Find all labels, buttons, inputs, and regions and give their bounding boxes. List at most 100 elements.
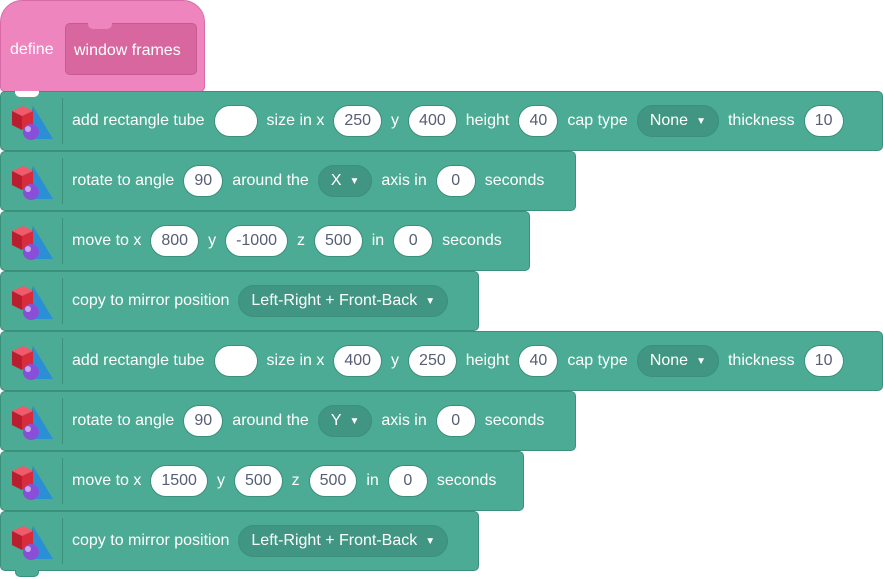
block-text: copy to mirror position — [72, 292, 230, 309]
add-rectangle-tube-block[interactable]: add rectangle tube size in x 400 y 250 h… — [0, 331, 883, 391]
seconds-input[interactable]: 0 — [435, 165, 476, 197]
block-text: cap type — [567, 112, 628, 129]
block-content: move to x 800 y -1000 z 500 in 0 seconds — [72, 212, 511, 270]
dropdown-value: Left-Right + Front-Back — [251, 292, 418, 309]
block-text: height — [465, 352, 510, 369]
3d-shapes-icon — [12, 106, 53, 140]
tube-name-input[interactable] — [213, 345, 258, 377]
block-separator — [62, 518, 63, 564]
caret-down-icon: ▼ — [696, 115, 706, 127]
angle-input[interactable]: 90 — [183, 165, 224, 197]
mirror-mode-dropdown[interactable]: Left-Right + Front-Back ▼ — [238, 525, 449, 557]
3d-shapes-icon — [12, 526, 53, 560]
define-name-block[interactable]: window frames — [65, 23, 197, 75]
block-separator — [62, 278, 63, 324]
block-text: z — [291, 472, 300, 489]
cap-type-dropdown[interactable]: None ▼ — [636, 345, 719, 377]
3d-shapes-icon — [12, 406, 53, 440]
block-content: copy to mirror position Left-Right + Fro… — [72, 512, 457, 570]
rotate-block[interactable]: rotate to angle 90 around the Y ▼ axis in… — [0, 391, 576, 451]
block-text: in — [366, 472, 379, 489]
block-text: size in x — [266, 112, 325, 129]
block-text: seconds — [436, 472, 497, 489]
seconds-input[interactable]: 0 — [393, 225, 434, 257]
size-x-input[interactable]: 250 — [333, 105, 383, 137]
dropdown-value: Y — [330, 412, 342, 429]
block-separator — [62, 98, 63, 144]
thickness-input[interactable]: 10 — [803, 105, 844, 137]
block-text: in — [371, 232, 385, 249]
3d-shapes-icon — [12, 286, 53, 320]
block-text: y — [391, 352, 400, 369]
block-content: move to x 1500 y 500 z 500 in 0 seconds — [72, 452, 505, 510]
block-text: seconds — [484, 412, 545, 429]
seconds-input[interactable]: 0 — [387, 465, 428, 497]
define-inner-notch — [88, 23, 112, 29]
block-text: add rectangle tube — [72, 352, 205, 369]
move-x-input[interactable]: 1500 — [150, 465, 208, 497]
move-block[interactable]: move to x 1500 y 500 z 500 in 0 seconds — [0, 451, 524, 511]
seconds-input[interactable]: 0 — [435, 405, 476, 437]
block-text: cap type — [567, 352, 628, 369]
3d-shapes-icon — [12, 166, 53, 200]
dropdown-value: Left-Right + Front-Back — [251, 532, 418, 549]
block-text: z — [296, 232, 305, 249]
block-content: rotate to angle 90 around the X ▼ axis in… — [72, 152, 553, 210]
block-text: axis in — [381, 172, 427, 189]
angle-input[interactable]: 90 — [183, 405, 224, 437]
move-z-input[interactable]: 500 — [313, 225, 363, 257]
size-y-input[interactable]: 400 — [408, 105, 457, 137]
height-input[interactable]: 40 — [518, 105, 559, 137]
dropdown-value: None — [649, 352, 689, 369]
axis-dropdown[interactable]: Y ▼ — [317, 405, 373, 437]
rotate-block[interactable]: rotate to angle 90 around the X ▼ axis in… — [0, 151, 576, 211]
axis-dropdown[interactable]: X ▼ — [317, 165, 373, 197]
block-separator — [62, 398, 63, 444]
add-rectangle-tube-block[interactable]: add rectangle tube size in x 250 y 400 h… — [0, 91, 883, 151]
block-text: axis in — [381, 412, 427, 429]
define-block[interactable]: define window frames — [0, 0, 205, 92]
block-content: add rectangle tube size in x 400 y 250 h… — [72, 332, 853, 390]
block-separator — [62, 218, 63, 264]
block-text: y — [216, 472, 225, 489]
caret-down-icon: ▼ — [425, 535, 436, 547]
define-name-label: window frames — [74, 42, 181, 59]
block-separator — [62, 338, 63, 384]
block-text: around the — [232, 172, 309, 189]
block-text: rotate to angle — [72, 412, 175, 429]
size-x-input[interactable]: 400 — [333, 345, 383, 377]
tube-name-input[interactable] — [213, 105, 258, 137]
dropdown-value: X — [330, 172, 342, 189]
block-tab — [15, 570, 39, 577]
block-content: add rectangle tube size in x 250 y 400 h… — [72, 92, 853, 150]
height-input[interactable]: 40 — [518, 345, 559, 377]
3d-shapes-icon — [12, 226, 53, 260]
block-text: move to x — [72, 472, 142, 489]
caret-down-icon: ▼ — [349, 175, 360, 187]
block-text: add rectangle tube — [72, 112, 205, 129]
caret-down-icon: ▼ — [696, 355, 706, 367]
mirror-block[interactable]: copy to mirror position Left-Right + Fro… — [0, 271, 479, 331]
block-notch — [15, 91, 39, 97]
cap-type-dropdown[interactable]: None ▼ — [636, 105, 719, 137]
caret-down-icon: ▼ — [349, 415, 360, 427]
block-text: height — [465, 112, 510, 129]
block-text: seconds — [484, 172, 545, 189]
mirror-block[interactable]: copy to mirror position Left-Right + Fro… — [0, 511, 479, 577]
size-y-input[interactable]: 250 — [408, 345, 457, 377]
block-text: rotate to angle — [72, 172, 175, 189]
move-y-input[interactable]: 500 — [233, 465, 283, 497]
block-text: around the — [232, 412, 309, 429]
move-y-input[interactable]: -1000 — [225, 225, 288, 257]
move-block[interactable]: move to x 800 y -1000 z 500 in 0 seconds — [0, 211, 530, 271]
mirror-mode-dropdown[interactable]: Left-Right + Front-Back ▼ — [238, 285, 449, 317]
move-z-input[interactable]: 500 — [308, 465, 358, 497]
move-x-input[interactable]: 800 — [150, 225, 200, 257]
3d-shapes-icon — [12, 466, 53, 500]
block-text: y — [391, 112, 400, 129]
block-text: thickness — [727, 112, 795, 129]
block-separator — [62, 158, 63, 204]
thickness-input[interactable]: 10 — [803, 345, 844, 377]
3d-shapes-icon — [12, 346, 53, 380]
block-text: thickness — [727, 352, 795, 369]
